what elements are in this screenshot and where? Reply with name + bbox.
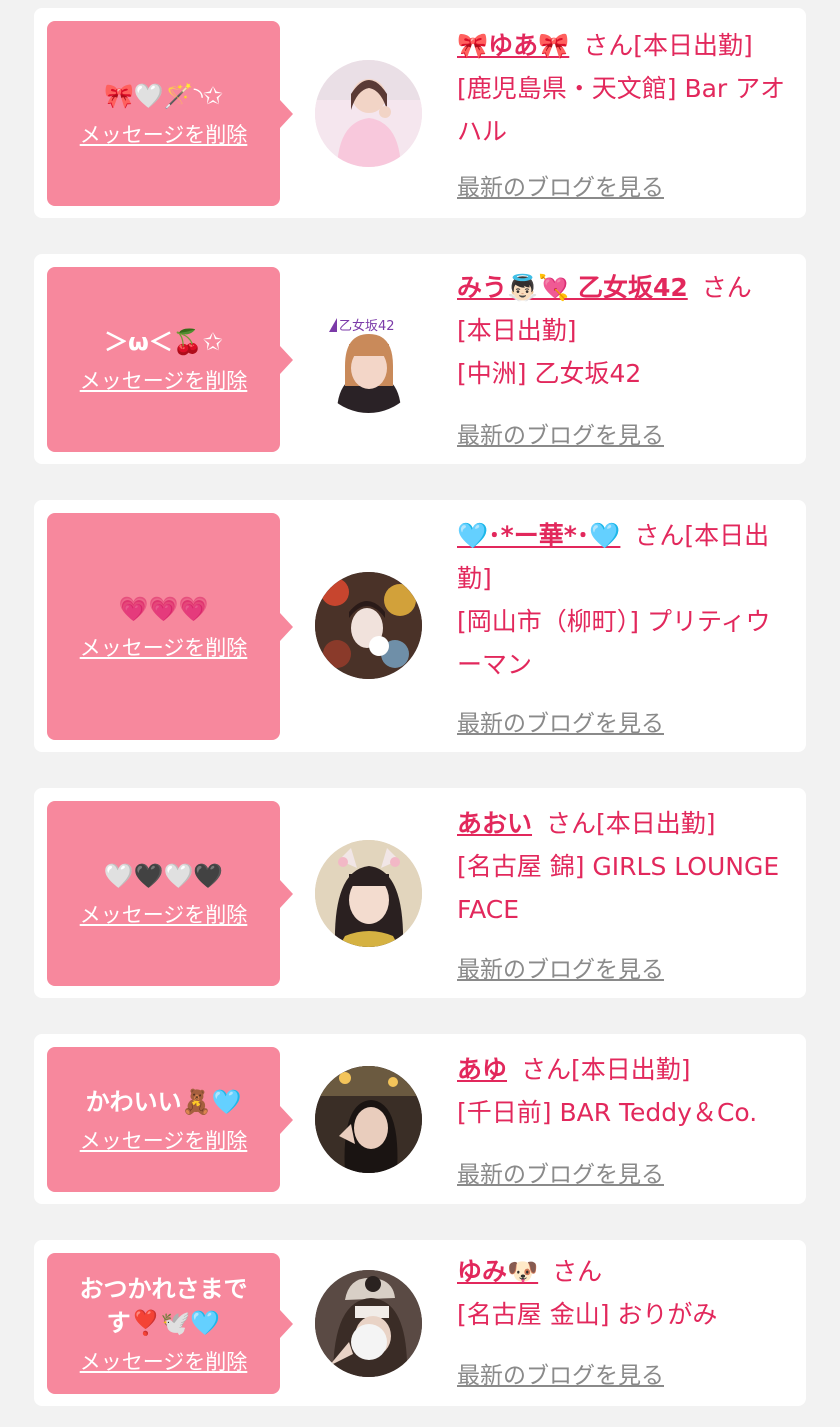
shop-location: [中洲] 乙女坂42 bbox=[457, 359, 642, 388]
attendance-status: [本日出勤] bbox=[571, 1055, 691, 1084]
message-bubble: 💗💗💗 メッセージを削除 bbox=[47, 513, 293, 740]
attendance-status: [本日出勤] bbox=[633, 31, 753, 60]
message-text: かわいい🧸🩵 bbox=[85, 1087, 242, 1116]
latest-blog-link[interactable]: 最新のブログを見る bbox=[457, 704, 664, 738]
latest-blog-link[interactable]: 最新のブログを見る bbox=[457, 1356, 664, 1390]
honorific: さん bbox=[521, 1055, 572, 1084]
avatar-photo-icon bbox=[315, 60, 422, 167]
avatar-photo-icon bbox=[315, 572, 422, 679]
message-text: 💗💗💗 bbox=[118, 594, 209, 623]
delete-message-link[interactable]: メッセージを削除 bbox=[80, 1346, 248, 1376]
avatar[interactable]: 乙女坂42 bbox=[315, 306, 422, 413]
message-bubble: 🎀🤍🪄◝✩ メッセージを削除 bbox=[47, 21, 293, 206]
cast-name-link[interactable]: 🩵･*ー華*･🩵 bbox=[457, 521, 620, 550]
avatar-photo-icon bbox=[315, 1066, 422, 1173]
avatar-photo-icon bbox=[315, 1270, 422, 1377]
avatar[interactable] bbox=[315, 60, 422, 167]
cast-name-link[interactable]: みう👼🏻💘 乙女坂42 bbox=[457, 273, 688, 302]
latest-blog-link[interactable]: 最新のブログを見る bbox=[457, 950, 664, 984]
message-text: おつかれさまです❣️🕊️🩵 bbox=[79, 1274, 248, 1337]
delete-message-link[interactable]: メッセージを削除 bbox=[80, 119, 248, 149]
honorific: さん bbox=[634, 521, 685, 550]
honorific: さん bbox=[701, 273, 752, 302]
message-text: 🎀🤍🪄◝✩ bbox=[103, 81, 224, 110]
message-bubble: おつかれさまです❣️🕊️🩵 メッセージを削除 bbox=[47, 1253, 293, 1394]
attendance-status: [本日出勤] bbox=[596, 809, 716, 838]
favorite-card: ＞ω＜🍒✩ メッセージを削除 乙女坂42 みう👼🏻💘 乙女坂42 さん [本日出勤… bbox=[34, 254, 806, 464]
cast-info: あおい さん[本日出勤] [名古屋 錦] GIRLS LOUNGE FACE bbox=[457, 802, 794, 931]
honorific: さん bbox=[583, 31, 634, 60]
avatar-logo-text: 乙女坂42 bbox=[339, 318, 395, 334]
cast-name-link[interactable]: ゆみ🐶 bbox=[457, 1257, 538, 1286]
avatar[interactable] bbox=[315, 1270, 422, 1377]
favorite-card: 💗💗💗 メッセージを削除 🩵･*ー華*･🩵 さん[本日出勤] [岡山市（柳町）] … bbox=[34, 500, 806, 752]
message-text: 🤍🖤🤍🖤 bbox=[103, 861, 224, 890]
delete-message-link[interactable]: メッセージを削除 bbox=[80, 365, 248, 395]
delete-message-link[interactable]: メッセージを削除 bbox=[80, 632, 248, 662]
cast-info: 🎀ゆあ🎀 さん[本日出勤] [鹿児島県・天文館] Bar アオハル bbox=[457, 24, 794, 153]
attendance-status: [本日出勤] bbox=[457, 316, 577, 345]
cast-info: 🩵･*ー華*･🩵 さん[本日出勤] [岡山市（柳町）] プリティウーマン bbox=[457, 514, 794, 686]
message-bubble: 🤍🖤🤍🖤 メッセージを削除 bbox=[47, 801, 293, 986]
cast-info: ゆみ🐶 さん [名古屋 金山] おりがみ bbox=[457, 1250, 794, 1336]
latest-blog-link[interactable]: 最新のブログを見る bbox=[457, 416, 664, 450]
latest-blog-link[interactable]: 最新のブログを見る bbox=[457, 168, 664, 202]
avatar[interactable] bbox=[315, 572, 422, 679]
cast-name-link[interactable]: 🎀ゆあ🎀 bbox=[457, 31, 569, 60]
shop-location: [岡山市（柳町）] プリティウーマン bbox=[457, 607, 771, 679]
favorite-card: かわいい🧸🩵 メッセージを削除 あゆ さん[本日出勤] [千日前] BAR Ted… bbox=[34, 1034, 806, 1204]
avatar-photo-icon bbox=[315, 840, 422, 947]
favorite-card: 🎀🤍🪄◝✩ メッセージを削除 🎀ゆあ🎀 さん[本日出勤] [鹿児島県・天文館] B… bbox=[34, 8, 806, 218]
avatar[interactable] bbox=[315, 840, 422, 947]
cast-name-link[interactable]: あゆ bbox=[457, 1055, 507, 1084]
delete-message-link[interactable]: メッセージを削除 bbox=[80, 1125, 248, 1155]
avatar[interactable] bbox=[315, 1066, 422, 1173]
honorific: さん bbox=[546, 809, 597, 838]
favorite-card: おつかれさまです❣️🕊️🩵 メッセージを削除 ゆみ🐶 さん [名古屋 金山] おり… bbox=[34, 1240, 806, 1406]
shop-location: [名古屋 錦] GIRLS LOUNGE FACE bbox=[457, 852, 780, 924]
message-bubble: かわいい🧸🩵 メッセージを削除 bbox=[47, 1047, 293, 1192]
latest-blog-link[interactable]: 最新のブログを見る bbox=[457, 1155, 664, 1189]
message-text: ＞ω＜🍒✩ bbox=[104, 327, 223, 356]
favorite-card: 🤍🖤🤍🖤 メッセージを削除 あおい さん[本日出勤] [名古屋 錦] GIRLS … bbox=[34, 788, 806, 998]
cast-name-link[interactable]: あおい bbox=[457, 809, 532, 838]
message-bubble: ＞ω＜🍒✩ メッセージを削除 bbox=[47, 267, 293, 452]
cast-info: みう👼🏻💘 乙女坂42 さん [本日出勤] [中洲] 乙女坂42 bbox=[457, 266, 794, 395]
avatar-photo-icon: 乙女坂42 bbox=[315, 306, 422, 413]
shop-location: [千日前] BAR Teddy＆Co. bbox=[457, 1098, 758, 1127]
shop-location: [名古屋 金山] おりがみ bbox=[457, 1300, 718, 1329]
cast-info: あゆ さん[本日出勤] [千日前] BAR Teddy＆Co. bbox=[457, 1048, 794, 1134]
delete-message-link[interactable]: メッセージを削除 bbox=[80, 899, 248, 929]
honorific: さん bbox=[552, 1257, 603, 1286]
shop-location: [鹿児島県・天文館] Bar アオハル bbox=[457, 74, 786, 146]
